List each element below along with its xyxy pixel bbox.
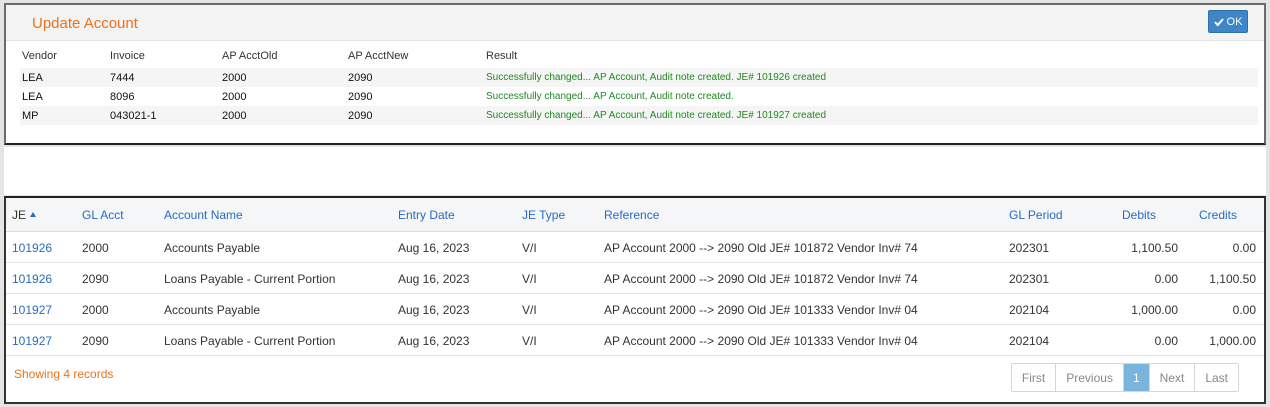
entry-date-cell: Aug 16, 2023 — [398, 272, 470, 286]
invoice-cell: 7444 — [108, 68, 220, 87]
je-type-cell: V/I — [522, 303, 537, 317]
ap-acct-old-cell: 2000 — [220, 68, 346, 87]
je-type-cell: V/I — [522, 241, 537, 255]
reference-cell: AP Account 2000 --> 2090 Old JE# 101333 … — [604, 334, 918, 348]
col-header-je-type[interactable]: JE Type — [522, 208, 565, 222]
debits-cell: 1,100.50 — [1131, 241, 1178, 255]
col-result: Result — [486, 49, 518, 62]
gl-period-cell: 202301 — [1009, 272, 1050, 286]
pager-next-button[interactable]: Next — [1149, 364, 1196, 391]
table-row: 101927 2090 Loans Payable - Current Port… — [6, 325, 1264, 356]
col-header-gl-period[interactable]: GL Period — [1009, 208, 1063, 222]
credits-cell: 1,100.50 — [1209, 272, 1256, 286]
pager-page-1-button[interactable]: 1 — [1123, 364, 1150, 391]
col-header-je-label: JE — [12, 208, 27, 222]
credits-cell: 0.00 — [1232, 241, 1256, 255]
grid-header: JE GL Acct Account Name Entry Date JE Ty… — [6, 198, 1264, 232]
vendor-cell: LEA — [20, 68, 108, 87]
account-name-cell: Loans Payable - Current Portion — [164, 334, 336, 348]
col-header-account-name[interactable]: Account Name — [164, 208, 243, 222]
debits-cell: 0.00 — [1154, 272, 1178, 286]
col-header-entry-date[interactable]: Entry Date — [398, 208, 455, 222]
gl-acct-cell: 2000 — [82, 303, 109, 317]
ap-acct-old-cell: 2000 — [222, 90, 247, 103]
gl-period-cell: 202104 — [1009, 334, 1050, 348]
account-name-cell: Loans Payable - Current Portion — [164, 272, 336, 286]
journal-entry-grid: JE GL Acct Account Name Entry Date JE Ty… — [4, 196, 1266, 404]
invoice-cell: 043021-1 — [108, 106, 220, 125]
result-cell: Successfully changed... AP Account, Audi… — [484, 68, 1258, 87]
ok-button-label: OK — [1226, 15, 1243, 28]
entry-date-cell: Aug 16, 2023 — [398, 334, 470, 348]
account-name-cell: Accounts Payable — [164, 303, 261, 317]
pager-first-button[interactable]: First — [1011, 364, 1057, 391]
col-ap-acct-old: AP AcctOld — [222, 49, 278, 62]
reference-cell: AP Account 2000 --> 2090 Old JE# 101872 … — [604, 241, 918, 255]
je-link[interactable]: 101926 — [12, 241, 52, 255]
pagination: First Previous 1 Next Last — [1010, 363, 1239, 392]
table-row: LEA 7444 2000 2090 Successfully changed.… — [20, 68, 1258, 87]
table-row: 101926 2090 Loans Payable - Current Port… — [6, 263, 1264, 294]
pager-last-button[interactable]: Last — [1195, 364, 1238, 391]
ap-acct-new-cell: 2090 — [346, 68, 484, 87]
debits-cell: 0.00 — [1154, 334, 1178, 348]
col-header-debits[interactable]: Debits — [1122, 208, 1156, 222]
je-link[interactable]: 101926 — [12, 272, 52, 286]
col-header-credits[interactable]: Credits — [1199, 208, 1237, 222]
col-header-je[interactable]: JE — [12, 208, 37, 222]
table-row: 101927 2000 Accounts Payable Aug 16, 202… — [6, 294, 1264, 325]
table-row: 101926 2000 Accounts Payable Aug 16, 202… — [6, 232, 1264, 263]
col-ap-acct-new: AP AcctNew — [348, 49, 409, 62]
app-frame: Update Account OK Vendor Invoice AP Acct… — [0, 0, 1270, 407]
vendor-cell: MP — [20, 106, 108, 125]
je-link[interactable]: 101927 — [12, 303, 52, 317]
je-type-cell: V/I — [522, 334, 537, 348]
invoice-cell: 8096 — [110, 90, 135, 103]
entry-date-cell: Aug 16, 2023 — [398, 241, 470, 255]
account-name-cell: Accounts Payable — [164, 241, 261, 255]
result-cell: Successfully changed... AP Account, Audi… — [486, 91, 734, 102]
update-result-table: Vendor Invoice AP AcctOld AP AcctNew Res… — [20, 43, 1258, 125]
vendor-cell: LEA — [22, 90, 43, 103]
gl-acct-cell: 2000 — [82, 241, 109, 255]
pager-previous-button[interactable]: Previous — [1056, 364, 1124, 391]
reference-cell: AP Account 2000 --> 2090 Old JE# 101872 … — [604, 272, 918, 286]
result-table-header: Vendor Invoice AP AcctOld AP AcctNew Res… — [20, 43, 1258, 68]
ap-acct-new-cell: 2090 — [346, 106, 484, 125]
col-invoice: Invoice — [110, 49, 145, 62]
reference-cell: AP Account 2000 --> 2090 Old JE# 101333 … — [604, 303, 918, 317]
table-row: LEA 8096 2000 2090 Successfully changed.… — [20, 87, 1258, 106]
col-header-gl-acct[interactable]: GL Acct — [82, 208, 124, 222]
ap-acct-old-cell: 2000 — [220, 106, 346, 125]
update-account-dialog: Update Account OK Vendor Invoice AP Acct… — [4, 3, 1266, 145]
entry-date-cell: Aug 16, 2023 — [398, 303, 470, 317]
gl-period-cell: 202104 — [1009, 303, 1050, 317]
sort-ascending-icon — [30, 212, 37, 217]
table-row: MP 043021-1 2000 2090 Successfully chang… — [20, 106, 1258, 125]
je-type-cell: V/I — [522, 272, 537, 286]
result-cell: Successfully changed... AP Account, Audi… — [484, 106, 1258, 125]
blank-area — [4, 147, 1266, 195]
dialog-title: Update Account — [32, 15, 138, 32]
dialog-header: Update Account OK — [6, 5, 1264, 41]
ok-button[interactable]: OK — [1208, 10, 1248, 33]
record-count: Showing 4 records — [14, 367, 114, 381]
gl-acct-cell: 2090 — [82, 272, 109, 286]
credits-cell: 0.00 — [1232, 303, 1256, 317]
check-icon — [1213, 17, 1224, 26]
col-vendor: Vendor — [22, 49, 57, 62]
gl-acct-cell: 2090 — [82, 334, 109, 348]
col-header-reference[interactable]: Reference — [604, 208, 659, 222]
je-link[interactable]: 101927 — [12, 334, 52, 348]
credits-cell: 1,000.00 — [1209, 334, 1256, 348]
ap-acct-new-cell: 2090 — [348, 90, 373, 103]
debits-cell: 1,000.00 — [1131, 303, 1178, 317]
gl-period-cell: 202301 — [1009, 241, 1050, 255]
